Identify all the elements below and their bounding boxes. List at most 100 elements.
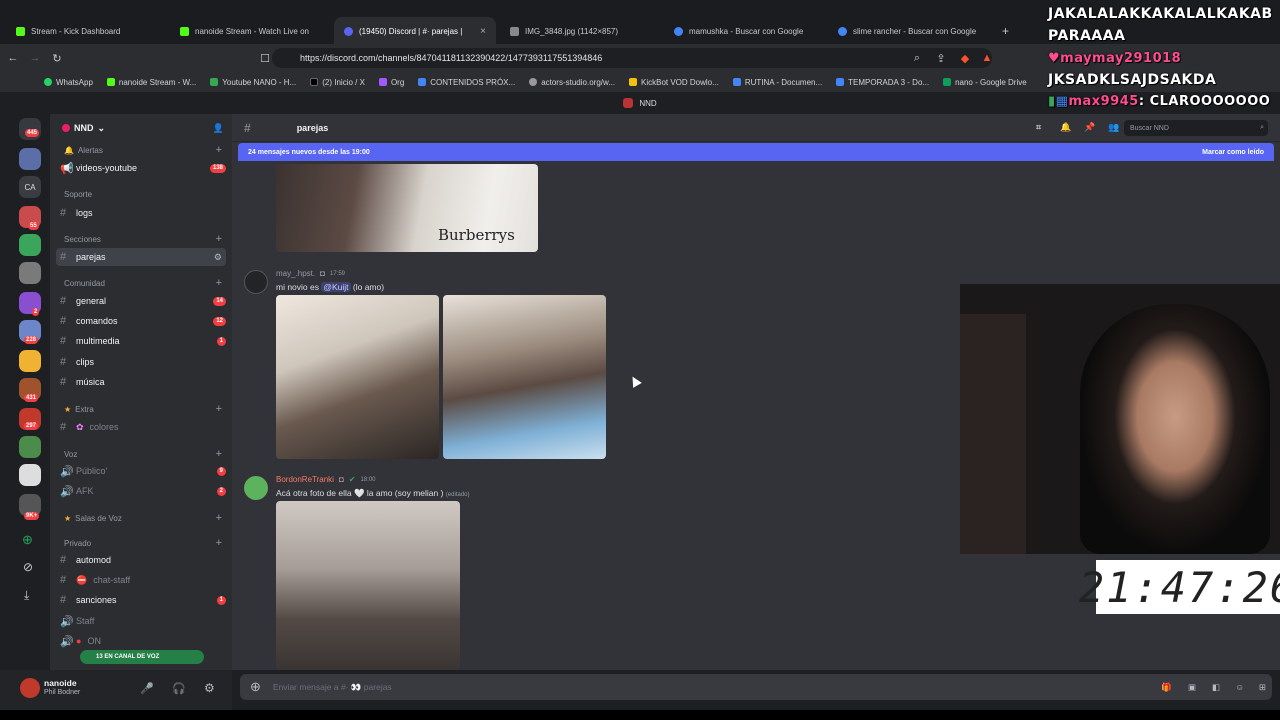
- channel-chat-staff[interactable]: # ⛔ chat-staff: [56, 571, 226, 589]
- settings-icon[interactable]: ⚙: [204, 681, 215, 695]
- new-messages-banner[interactable]: 24 mensajes nuevos desde las 19:00 Marca…: [238, 143, 1274, 161]
- members-icon[interactable]: 👥: [1108, 122, 1119, 133]
- headphones-icon[interactable]: 🎧: [172, 682, 186, 695]
- bookmark-item[interactable]: actors-studio.org/w...: [529, 78, 615, 87]
- message-image[interactable]: Burberrys: [276, 164, 538, 252]
- server-icon[interactable]: [19, 436, 41, 458]
- browser-tab[interactable]: slime rancher - Buscar con Google: [828, 17, 988, 45]
- gif-icon[interactable]: ▣: [1188, 682, 1196, 693]
- avatar[interactable]: [20, 678, 40, 698]
- voice-channel-staff[interactable]: 🔊 Staff: [56, 612, 226, 630]
- bookmark-item[interactable]: nanoide Stream - W...: [106, 78, 196, 87]
- back-icon[interactable]: ←: [4, 52, 22, 64]
- bookmark-item[interactable]: TEMPORADA 3 - Do...: [836, 78, 929, 87]
- server-icon[interactable]: [19, 464, 41, 486]
- bookmark-item[interactable]: Org: [378, 78, 404, 87]
- bell-icon[interactable]: 🔔: [1060, 122, 1071, 133]
- category-extra[interactable]: ★ Extra: [64, 405, 94, 414]
- message-image[interactable]: [276, 295, 439, 459]
- voice-channel-afk[interactable]: 🔊 AFK 2: [56, 482, 226, 500]
- category-alertas[interactable]: 🔔 Alertas: [64, 146, 103, 155]
- threads-icon[interactable]: ⌗: [1036, 122, 1041, 133]
- add-channel-icon[interactable]: +: [216, 277, 222, 289]
- add-channel-icon[interactable]: +: [216, 403, 222, 415]
- close-tab-icon[interactable]: ×: [480, 26, 486, 37]
- url-bar[interactable]: https://discord.com/channels/84704118113…: [272, 48, 992, 68]
- bookmark-item[interactable]: (2) Inicio / X: [310, 78, 365, 87]
- pin-icon[interactable]: 📌: [1084, 122, 1095, 133]
- voice-channel-on[interactable]: 🔊 ● ON: [56, 632, 226, 650]
- add-channel-icon[interactable]: +: [216, 448, 222, 460]
- message-image[interactable]: [443, 295, 606, 459]
- avatar[interactable]: [244, 270, 268, 294]
- category-privado[interactable]: Privado: [64, 539, 91, 548]
- server-icon[interactable]: [19, 350, 41, 372]
- add-channel-icon[interactable]: +: [216, 144, 222, 156]
- add-channel-icon[interactable]: +: [216, 233, 222, 245]
- bookmark-item[interactable]: nano - Google Drive: [943, 78, 1027, 87]
- server-icon[interactable]: CA: [19, 176, 41, 198]
- user-mention[interactable]: @Kuijt: [321, 282, 351, 292]
- new-tab-button[interactable]: +: [992, 17, 1016, 45]
- channel-colores[interactable]: # ✿ colores: [56, 418, 226, 436]
- forward-icon[interactable]: →: [26, 52, 44, 64]
- reload-icon[interactable]: ↻: [48, 52, 66, 65]
- channel-videos-youtube[interactable]: 📢 videos-youtube 138: [56, 159, 226, 177]
- bookmark-item[interactable]: CONTENIDOS PRÓX...: [418, 78, 515, 87]
- browser-tab[interactable]: Stream - Kick Dashboard: [6, 17, 166, 45]
- bookmark-item[interactable]: WhatsApp: [44, 78, 93, 87]
- message-author[interactable]: may_.hpst.: [276, 269, 315, 278]
- category-soporte[interactable]: Soporte: [64, 190, 92, 199]
- bookmark-item[interactable]: KickBot VOD Dowlo...: [629, 78, 719, 87]
- sticker-icon[interactable]: ◧: [1212, 682, 1220, 693]
- add-attachment-icon[interactable]: ⊕: [250, 679, 261, 695]
- download-icon[interactable]: ⤓: [24, 588, 29, 603]
- server-header[interactable]: NND ⌄ 👤: [50, 114, 232, 142]
- category-secciones[interactable]: Secciones: [64, 235, 101, 244]
- category-comunidad[interactable]: Comunidad: [64, 279, 105, 288]
- category-voz[interactable]: Voz: [64, 450, 77, 459]
- message-author[interactable]: BordonReTranki: [276, 475, 334, 484]
- browser-tab-active[interactable]: (19450) Discord | #· parejas | ×: [334, 17, 496, 45]
- channel-logs[interactable]: # logs: [56, 204, 226, 222]
- add-server-icon[interactable]: ⊕: [22, 532, 33, 548]
- channel-clips[interactable]: # clips: [56, 353, 226, 371]
- channel-multimedia[interactable]: # multimedia 1: [56, 332, 226, 350]
- server-icon[interactable]: [19, 148, 41, 170]
- emoji-icon[interactable]: ☺: [1235, 682, 1244, 692]
- voice-channel-publico[interactable]: 🔊 Público' 9: [56, 462, 226, 480]
- gift-icon[interactable]: 🎁: [1161, 682, 1172, 693]
- message-input[interactable]: ⊕ Enviar mensaje a #· 👀 parejas 🎁 ▣ ◧ ☺ …: [240, 674, 1272, 700]
- bookmark-item[interactable]: Youtube NANO - H...: [210, 78, 296, 87]
- share-icon[interactable]: ⇪: [932, 52, 950, 65]
- add-channel-icon[interactable]: +: [216, 537, 222, 549]
- settings-icon[interactable]: ⚙: [214, 252, 222, 263]
- message-image[interactable]: [276, 501, 460, 670]
- brave-rewards-icon[interactable]: ▲: [978, 52, 996, 64]
- mark-read-button[interactable]: Marcar como leído: [1202, 149, 1264, 156]
- bookmark-item[interactable]: RUTINA - Documen...: [732, 78, 822, 87]
- channel-parejas[interactable]: # parejas ⚙: [56, 248, 226, 266]
- voice-activity-pill[interactable]: 13 EN CANAL DE VOZ: [80, 650, 204, 664]
- red-dot-icon: ●: [76, 636, 82, 646]
- channel-sanciones[interactable]: # sanciones 1: [56, 591, 226, 609]
- mute-icon[interactable]: 🎤: [140, 682, 154, 695]
- category-salas-de-voz[interactable]: ★ Salas de Voz: [64, 514, 122, 523]
- server-icon[interactable]: [19, 262, 41, 284]
- server-icon[interactable]: [19, 234, 41, 256]
- apps-icon[interactable]: ⊞: [1259, 682, 1266, 693]
- avatar[interactable]: [244, 476, 268, 500]
- browser-tab[interactable]: mamushka - Buscar con Google: [664, 17, 824, 45]
- channel-comandos[interactable]: # comandos 12: [56, 312, 226, 330]
- explore-icon[interactable]: ⊘: [23, 560, 33, 574]
- brave-shield-icon[interactable]: ◆: [956, 52, 974, 65]
- zoom-icon[interactable]: ⌕: [908, 52, 926, 65]
- search-input[interactable]: Buscar NND ⌕: [1124, 120, 1268, 136]
- invite-icon[interactable]: 👤: [213, 123, 224, 134]
- channel-musica[interactable]: # música: [56, 373, 226, 391]
- browser-tab[interactable]: IMG_3848.jpg (1142×857): [500, 17, 660, 45]
- channel-general[interactable]: # general 14: [56, 292, 226, 310]
- browser-tab[interactable]: nanoide Stream - Watch Live on: [170, 17, 330, 45]
- add-channel-icon[interactable]: +: [216, 512, 222, 524]
- channel-automod[interactable]: # automod: [56, 551, 226, 569]
